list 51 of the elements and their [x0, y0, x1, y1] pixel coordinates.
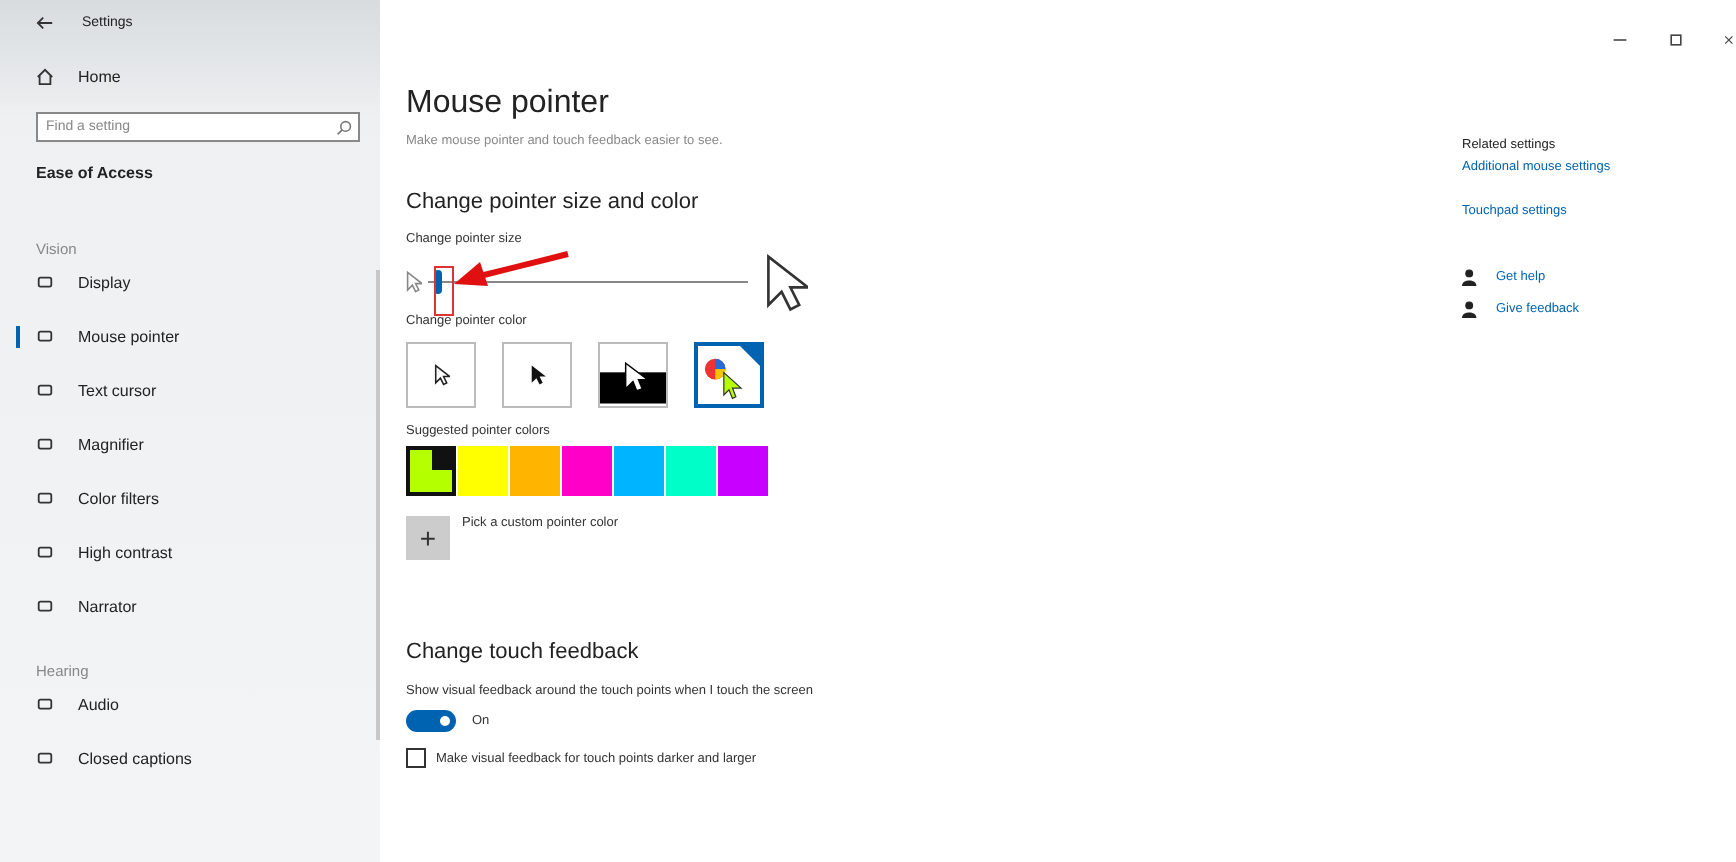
section-heading: Change pointer size and color	[406, 190, 701, 214]
small-pointer-icon	[406, 270, 422, 294]
home-item[interactable]: Home	[0, 44, 380, 108]
pointer-icon	[529, 364, 545, 386]
annotation-arrow	[452, 250, 572, 290]
page-title: Mouse pointer	[406, 86, 611, 122]
nav-item[interactable]: Mouse pointer	[0, 310, 380, 364]
scrollbar[interactable]	[376, 270, 380, 740]
nav-item[interactable]: Color filters	[0, 472, 380, 526]
nav-item[interactable]: Audio	[0, 678, 380, 732]
color-swatch[interactable]	[510, 446, 560, 496]
section-heading: Ease of Access	[34, 162, 155, 186]
color-swatch[interactable]	[666, 446, 716, 496]
pointer-icon	[433, 364, 449, 386]
add-color-button[interactable]: +	[406, 516, 450, 560]
nav-icon	[36, 382, 54, 400]
back-icon[interactable]	[36, 13, 54, 31]
highlight-frame	[434, 266, 454, 316]
pointer-color-option[interactable]	[598, 342, 668, 408]
color-swatch[interactable]	[406, 446, 456, 496]
nav-icon	[36, 274, 54, 292]
color-swatch[interactable]	[458, 446, 508, 496]
pointer-color-option[interactable]	[406, 342, 476, 408]
color-swatch[interactable]	[614, 446, 664, 496]
pointer-color-option[interactable]	[694, 342, 764, 408]
person-icon	[1462, 268, 1480, 286]
close-icon[interactable]	[1724, 32, 1736, 48]
nav-icon	[36, 598, 54, 616]
search-icon	[336, 120, 352, 136]
nav-item[interactable]: Text cursor	[0, 364, 380, 418]
nav-icon	[36, 436, 54, 454]
large-pointer-icon	[764, 251, 808, 313]
nav-icon	[36, 750, 54, 768]
color-swatch[interactable]	[718, 446, 768, 496]
nav-item[interactable]: Narrator	[0, 580, 380, 634]
nav-icon	[36, 328, 54, 346]
nav-item[interactable]: High contrast	[0, 526, 380, 580]
pointer-color-option[interactable]	[502, 342, 572, 408]
nav-icon	[36, 490, 54, 508]
color-swatch[interactable]	[562, 446, 612, 496]
nav-item[interactable]: Closed captions	[0, 732, 380, 786]
toggle-switch[interactable]	[406, 710, 456, 732]
nav-icon	[36, 696, 54, 714]
maximize-icon[interactable]	[1668, 32, 1684, 48]
nav-item[interactable]: Display	[0, 256, 380, 310]
nav-icon	[36, 544, 54, 562]
section-heading: Change touch feedback	[406, 640, 641, 664]
nav-item[interactable]: Magnifier	[0, 418, 380, 472]
home-icon	[36, 67, 54, 85]
person-icon	[1462, 300, 1480, 318]
checkbox[interactable]	[406, 748, 426, 768]
